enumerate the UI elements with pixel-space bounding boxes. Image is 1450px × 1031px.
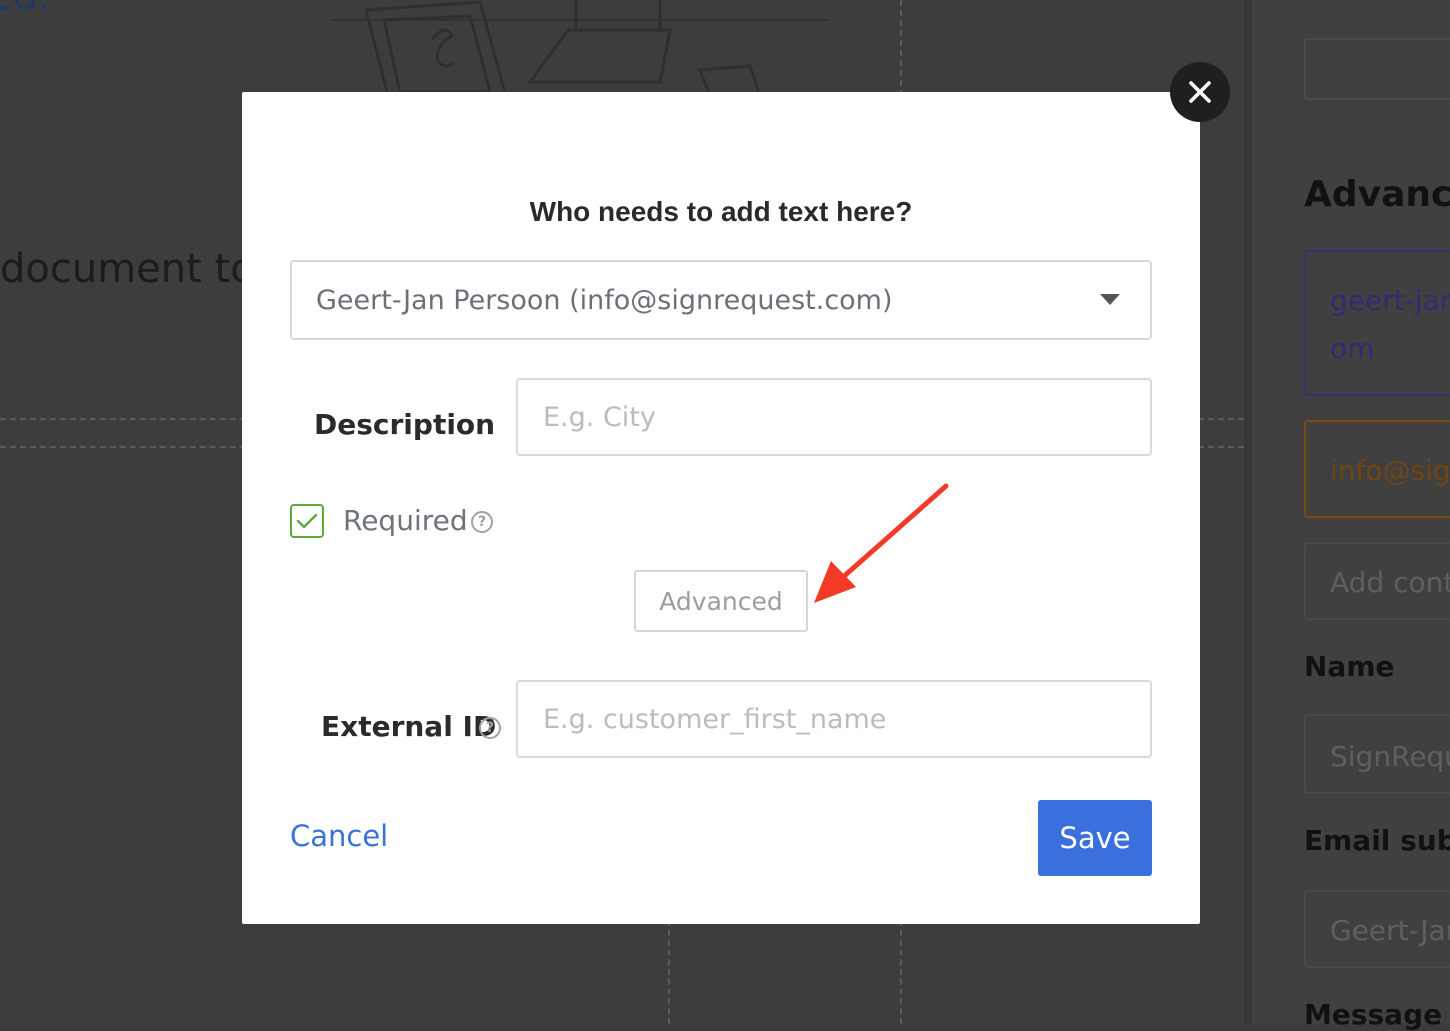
name-input[interactable]: SignRequ bbox=[1304, 714, 1450, 794]
name-label: Name bbox=[1304, 650, 1395, 683]
description-label: Description bbox=[314, 408, 496, 441]
advanced-button[interactable]: Advanced bbox=[634, 570, 808, 632]
check-icon bbox=[296, 513, 318, 529]
email-subject-value: Geert-Jan bbox=[1330, 914, 1450, 947]
name-value: SignRequ bbox=[1330, 740, 1450, 773]
description-input[interactable] bbox=[516, 378, 1152, 456]
help-icon[interactable]: ? bbox=[471, 511, 493, 533]
signer-email-continued: om bbox=[1330, 332, 1375, 365]
email-subject-label: Email subje bbox=[1304, 824, 1450, 857]
signer-select[interactable]: Geert-Jan Persoon (info@signrequest.com) bbox=[290, 260, 1152, 340]
signer-email: geert-jan bbox=[1330, 284, 1450, 317]
signer-select-value: Geert-Jan Persoon (info@signrequest.com) bbox=[316, 284, 893, 316]
page-heading-fragment: ed. bbox=[0, 0, 50, 18]
external-id-label: External ID bbox=[321, 710, 497, 743]
email-subject-input[interactable]: Geert-Jan bbox=[1304, 890, 1450, 968]
sidebar-input[interactable] bbox=[1304, 38, 1450, 100]
text-field-dialog: Who needs to add text here? Geert-Jan Pe… bbox=[242, 92, 1200, 924]
close-button[interactable] bbox=[1170, 62, 1230, 122]
add-contact-placeholder: Add conta bbox=[1330, 566, 1450, 599]
column-divider bbox=[668, 920, 670, 1024]
external-id-input[interactable] bbox=[516, 680, 1152, 758]
sidebar-heading: Advance bbox=[1304, 174, 1450, 215]
device-illustration bbox=[330, 0, 830, 96]
dialog-title: Who needs to add text here? bbox=[529, 196, 913, 227]
settings-sidebar: Advance geert-jan om info@sign Add conta… bbox=[1244, 0, 1450, 1031]
close-icon bbox=[1189, 81, 1211, 103]
column-divider bbox=[900, 920, 902, 1024]
save-button[interactable]: Save bbox=[1038, 800, 1152, 876]
signer-card[interactable]: info@sign bbox=[1304, 420, 1450, 518]
add-contact-input[interactable]: Add conta bbox=[1304, 542, 1450, 620]
signer-email: info@sign bbox=[1330, 454, 1450, 487]
required-label: Required bbox=[343, 504, 468, 537]
signer-card[interactable]: geert-jan om bbox=[1304, 250, 1450, 396]
document-text: document to bbox=[0, 246, 255, 292]
help-icon[interactable]: ? bbox=[479, 717, 501, 739]
message-label: Message bbox=[1304, 998, 1443, 1031]
column-divider bbox=[900, 0, 902, 96]
dropdown-caret-icon bbox=[1100, 294, 1120, 305]
cancel-button[interactable]: Cancel bbox=[290, 819, 388, 853]
required-checkbox[interactable] bbox=[290, 504, 324, 538]
